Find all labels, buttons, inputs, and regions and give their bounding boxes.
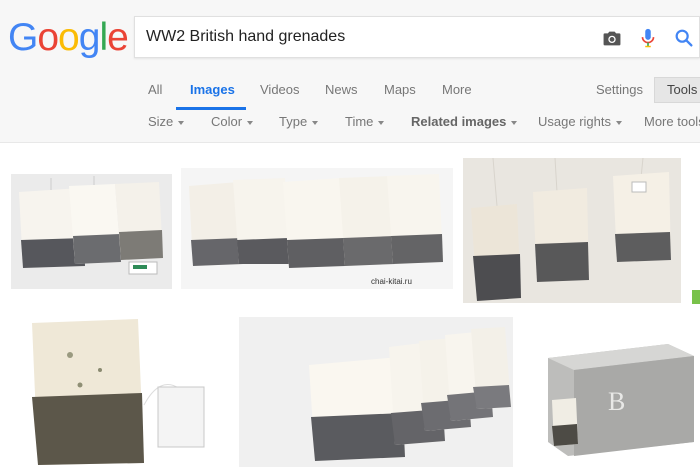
tab-more[interactable]: More [442,76,472,110]
filter-usage-rights[interactable]: Usage rights [538,112,622,132]
chevron-down-icon [615,120,622,125]
image-result[interactable] [463,158,681,303]
settings-link[interactable]: Settings [596,76,643,110]
filter-more-tools[interactable]: More tools [644,112,700,132]
filter-time[interactable]: Time [345,112,385,132]
camera-icon[interactable] [601,27,623,49]
box-logo-letter: B [608,387,625,416]
filter-color[interactable]: Color [211,112,254,132]
tab-maps[interactable]: Maps [384,76,416,110]
search-icon[interactable] [673,27,695,49]
image-result[interactable] [11,174,172,289]
filter-type[interactable]: Type [279,112,319,132]
logo-letter: e [107,16,129,59]
search-input[interactable] [135,17,586,57]
chevron-down-icon [247,120,254,125]
search-tabs: All Images Videos News Maps More Setting… [0,76,700,110]
chevron-down-icon [378,120,385,125]
hanging-tea-bags-image [463,158,681,303]
logo-letter: o [58,16,80,59]
chevron-down-icon [312,120,319,125]
chevron-down-icon [178,120,185,125]
image-result[interactable]: B [528,330,700,467]
image-result[interactable]: chai-kitai.ru [181,168,453,289]
fanned-tea-bags-image [239,317,513,467]
tab-news[interactable]: News [325,76,358,110]
chevron-down-icon [511,120,518,125]
logo-letter: G [8,16,38,59]
tea-box-image: B [528,330,700,467]
filter-usage-label: Usage rights [538,114,611,129]
header: Google All Images Videos News Maps More … [0,0,700,143]
filter-color-label: Color [211,114,243,129]
tea-bags-row-image: chai-kitai.ru [181,168,453,289]
watermark-text: chai-kitai.ru [371,277,412,286]
tab-videos[interactable]: Videos [260,76,300,110]
filter-related-label: Related images [411,114,507,129]
image-result[interactable] [10,315,224,467]
filter-size-label: Size [148,114,174,129]
single-tea-bag-image [10,315,224,467]
filter-size[interactable]: Size [148,112,185,132]
google-logo[interactable]: Google [8,14,129,62]
filter-bar: Size Color Type Time Related images Usag… [0,112,700,134]
filter-type-label: Type [279,114,308,129]
tab-images[interactable]: Images [176,76,246,110]
image-result[interactable] [239,317,513,467]
microphone-icon[interactable] [637,27,659,49]
filter-time-label: Time [345,114,374,129]
tools-button[interactable]: Tools [654,77,700,103]
tab-all[interactable]: All [148,76,162,110]
tea-bags-image [11,174,172,289]
search-box [134,16,700,58]
image-result-edge[interactable] [692,290,700,304]
logo-letter: o [37,16,59,59]
logo-letter: g [78,16,101,59]
filter-related-images[interactable]: Related images [411,112,518,132]
logo-letter: l [99,16,108,59]
